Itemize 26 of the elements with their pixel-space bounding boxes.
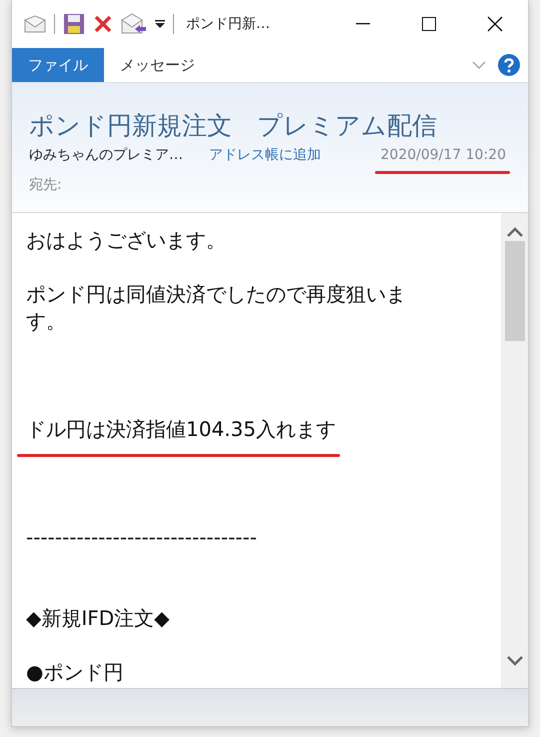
scrollbar-thumb[interactable] — [504, 241, 524, 341]
scroll-down-icon[interactable] — [506, 656, 522, 666]
add-to-contacts-link[interactable]: アドレス帳に追加 — [209, 146, 321, 164]
message-text: ドル円は決済指値104.35入れます — [26, 417, 336, 441]
delete-icon[interactable] — [93, 14, 113, 34]
message-date: 2020/09/17 10:20 — [380, 147, 506, 163]
reply-envelope-icon[interactable] — [121, 13, 147, 35]
ribbon-tab[interactable]: ファイル — [12, 48, 104, 82]
dropdown-icon[interactable] — [155, 19, 165, 29]
window-title: ポンド円新… — [186, 15, 270, 33]
maximize-icon — [422, 17, 436, 31]
scroll-up-icon[interactable] — [506, 227, 522, 237]
envelope-icon[interactable] — [24, 15, 46, 33]
sender-name: ゆみちゃんのプレミア… — [29, 146, 183, 164]
message-text: おはようございます。 — [26, 228, 226, 252]
close-icon — [487, 16, 503, 32]
message-subject: ポンド円新規注文 プレミアム配信 — [29, 110, 438, 142]
message-text: ●ポンド円 — [26, 660, 124, 684]
minimize-icon — [356, 23, 370, 25]
help-icon[interactable] — [498, 54, 520, 76]
save-icon[interactable] — [63, 13, 85, 35]
message-text: ◆新規IFD注文◆ — [26, 606, 170, 630]
message-text: ポンド円は同値決済でしたので再度狙います。 — [26, 282, 406, 333]
to-label: 宛先: — [29, 176, 63, 194]
ribbon-tab[interactable]: メッセージ — [104, 48, 211, 82]
message-text: -------------------------------- — [26, 525, 257, 549]
